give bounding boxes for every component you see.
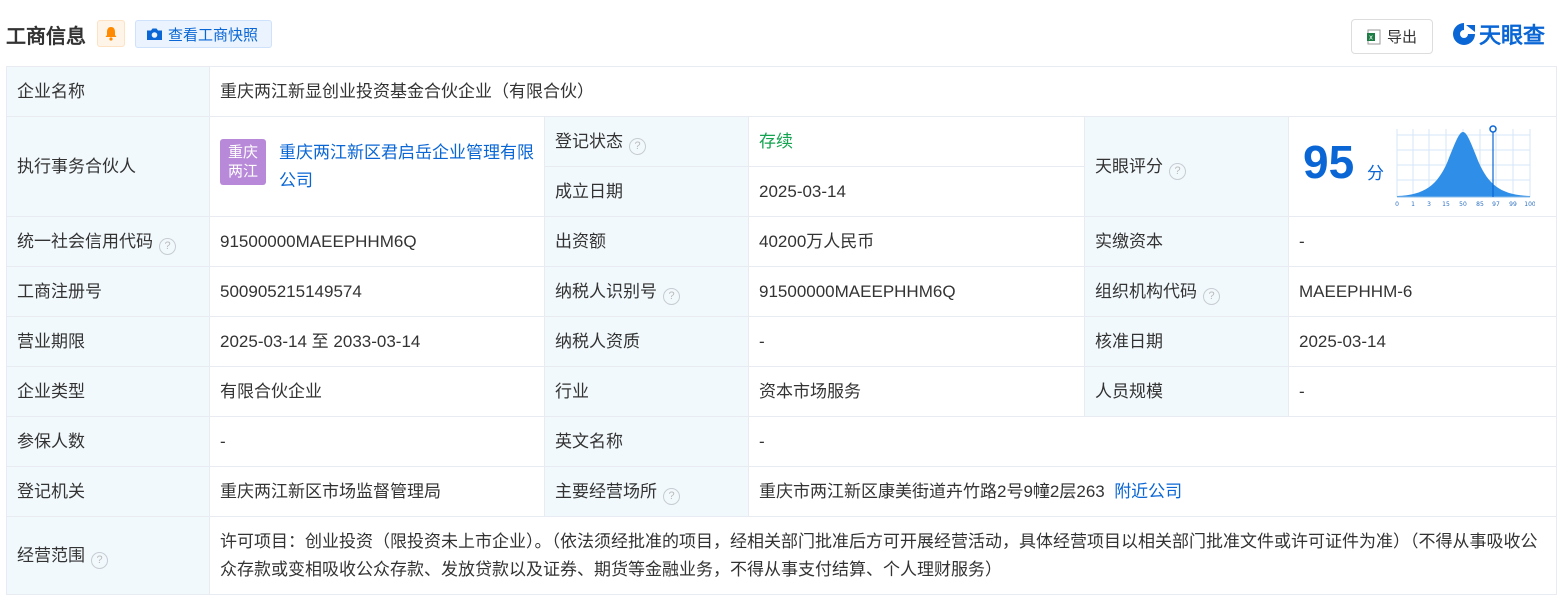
score-axis-tick: 85 <box>1476 201 1484 208</box>
score-label-cell: 天眼评分? <box>1084 116 1289 217</box>
score-axis-tick: 50 <box>1459 201 1467 208</box>
help-icon[interactable]: ? <box>629 137 646 155</box>
credit-code-label: 统一社会信用代码 <box>17 231 153 251</box>
table-row: 营业期限 2025-03-14 至 2033-03-14 纳税人资质 - 核准日… <box>6 316 1557 367</box>
partner-cell: 重庆 两江 重庆两江新区君启岳企业管理有限公司 <box>209 116 545 217</box>
score-axis-tick: 99 <box>1509 201 1517 208</box>
export-button[interactable]: x 导出 <box>1351 19 1433 54</box>
taxpayer-id-label-cell: 纳税人识别号? <box>544 266 749 317</box>
partner-link[interactable]: 重庆两江新区君启岳企业管理有限公司 <box>279 139 534 195</box>
address-cell: 重庆市两江新区康美街道卉竹路2号9幢2层263 附近公司 <box>748 466 1557 517</box>
english-name-label: 英文名称 <box>544 416 749 467</box>
table-row: 统一社会信用代码? 91500000MAEEPHHM6Q 出资额 40200万人… <box>6 216 1557 267</box>
term: 2025-03-14 至 2033-03-14 <box>209 316 545 367</box>
paid-capital-label: 实缴资本 <box>1084 216 1289 267</box>
established-label: 成立日期 <box>544 166 749 217</box>
credit-code-label-cell: 统一社会信用代码? <box>6 216 210 267</box>
score-axis-tick: 1 <box>1411 201 1415 208</box>
scope: 许可项目：创业投资（限投资未上市企业）。（依法须经批准的项目，经相关部门批准后方… <box>209 516 1557 595</box>
taxpayer-id-label: 纳税人识别号 <box>555 281 657 301</box>
industry: 资本市场服务 <box>748 366 1085 417</box>
partner-logo-badge: 重庆 两江 <box>220 138 266 185</box>
scope-label-cell: 经营范围? <box>6 516 210 595</box>
address-label: 主要经营场所 <box>555 481 657 501</box>
help-icon[interactable]: ? <box>91 551 108 569</box>
table-row: 企业类型 有限合伙企业 行业 资本市场服务 人员规模 - <box>6 366 1557 417</box>
help-icon[interactable]: ? <box>159 237 176 255</box>
org-code-label: 组织机构代码 <box>1095 281 1197 301</box>
svg-text:x: x <box>1369 33 1373 41</box>
snapshot-button[interactable]: 查看工商快照 <box>135 20 272 48</box>
reg-status-label: 登记状态 <box>555 131 623 151</box>
term-label: 营业期限 <box>6 316 210 367</box>
company-name-label: 企业名称 <box>6 66 210 117</box>
insured: - <box>209 416 545 467</box>
score-axis-tick: 3 <box>1427 201 1431 208</box>
reg-no: 500905215149574 <box>209 266 545 317</box>
score-axis-tick: 97 <box>1492 201 1500 208</box>
staff: - <box>1288 366 1557 417</box>
scope-label: 经营范围 <box>17 545 85 565</box>
taxpayer-id: 91500000MAEEPHHM6Q <box>748 266 1085 317</box>
excel-icon: x <box>1366 29 1381 44</box>
partner-label: 执行事务合伙人 <box>6 116 210 217</box>
help-icon[interactable]: ? <box>663 487 680 505</box>
org-code-label-cell: 组织机构代码? <box>1084 266 1289 317</box>
industry-label: 行业 <box>544 366 749 417</box>
established: 2025-03-14 <box>748 166 1085 217</box>
approval-date-label: 核准日期 <box>1084 316 1289 367</box>
type-label: 企业类型 <box>6 366 210 417</box>
table-row: 执行事务合伙人 重庆 两江 重庆两江新区君启岳企业管理有限公司 登记状态? 存续… <box>6 116 1557 217</box>
tianyancha-logo: 天眼查 <box>1451 18 1545 50</box>
authority-label: 登记机关 <box>6 466 210 517</box>
help-icon[interactable]: ? <box>663 287 680 305</box>
reg-no-label: 工商注册号 <box>6 266 210 317</box>
english-name: - <box>748 416 1557 467</box>
org-code: MAEEPHHM-6 <box>1288 266 1557 317</box>
taxpayer-qual-label: 纳税人资质 <box>544 316 749 367</box>
header: 工商信息 查看工商快照 x 导出 天眼查 <box>0 0 1564 66</box>
score-axis-tick: 15 <box>1442 201 1450 208</box>
logo-icon <box>1453 23 1475 45</box>
authority: 重庆两江新区市场监督管理局 <box>209 466 545 517</box>
export-label: 导出 <box>1386 29 1417 46</box>
section-title: 工商信息 <box>6 26 86 48</box>
reg-status: 存续 <box>748 116 1085 167</box>
score-distribution-chart: 0 1 3 15 50 85 97 99 100 <box>1395 125 1535 208</box>
score-value: 95 <box>1303 136 1355 188</box>
snapshot-label: 查看工商快照 <box>168 26 259 44</box>
address: 重庆市两江新区康美街道卉竹路2号9幢2层263 <box>759 481 1105 501</box>
score-label: 天眼评分 <box>1095 156 1163 176</box>
insured-label: 参保人数 <box>6 416 210 467</box>
company-name: 重庆两江新显创业投资基金合伙企业（有限合伙） <box>209 66 1557 117</box>
table-row: 参保人数 - 英文名称 - <box>6 416 1557 467</box>
staff-label: 人员规模 <box>1084 366 1289 417</box>
table-row: 企业名称 重庆两江新显创业投资基金合伙企业（有限合伙） <box>6 66 1557 117</box>
help-icon[interactable]: ? <box>1169 162 1186 180</box>
logo-text: 天眼查 <box>1479 23 1546 48</box>
camera-icon <box>147 28 162 40</box>
table-row: 登记机关 重庆两江新区市场监督管理局 主要经营场所? 重庆市两江新区康美街道卉竹… <box>6 466 1557 517</box>
type: 有限合伙企业 <box>209 366 545 417</box>
table-row: 工商注册号 500905215149574 纳税人识别号? 91500000MA… <box>6 266 1557 317</box>
score-axis-tick: 100 <box>1524 201 1535 208</box>
bell-icon[interactable] <box>97 20 125 47</box>
partner-badge-text: 重庆 两江 <box>227 143 258 180</box>
paid-capital: - <box>1288 216 1557 267</box>
approval-date: 2025-03-14 <box>1288 316 1557 367</box>
score-axis-tick: 0 <box>1395 201 1399 208</box>
credit-code: 91500000MAEEPHHM6Q <box>209 216 545 267</box>
reg-status-label-cell: 登记状态? <box>544 116 749 167</box>
table-row: 经营范围? 许可项目：创业投资（限投资未上市企业）。（依法须经批准的项目，经相关… <box>6 516 1557 595</box>
capital-label: 出资额 <box>544 216 749 267</box>
score-unit: 分 <box>1367 164 1384 183</box>
nearby-companies-link[interactable]: 附近公司 <box>1114 482 1182 501</box>
help-icon[interactable]: ? <box>1203 287 1220 305</box>
score-cell[interactable]: 95 分 0 1 3 15 50 85 97 99 100 <box>1288 116 1557 217</box>
business-info-table: 企业名称 重庆两江新显创业投资基金合伙企业（有限合伙） 执行事务合伙人 重庆 两… <box>6 66 1557 595</box>
address-label-cell: 主要经营场所? <box>544 466 749 517</box>
capital: 40200万人民币 <box>748 216 1085 267</box>
taxpayer-qual: - <box>748 316 1085 367</box>
